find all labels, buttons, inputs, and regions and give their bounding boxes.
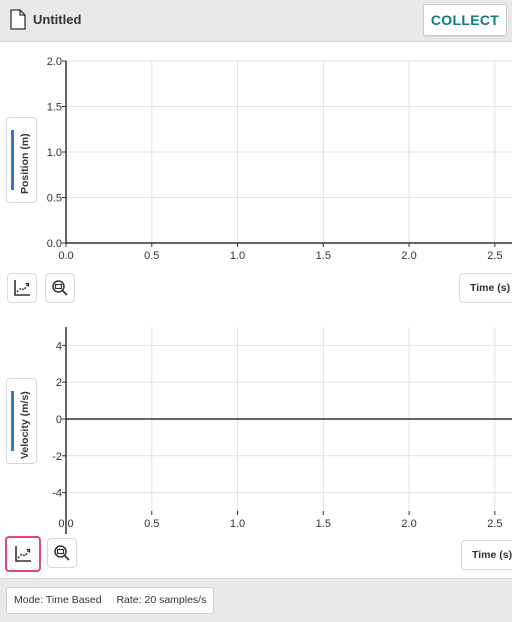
y-tick-label: -4 <box>52 488 62 500</box>
x-tick-label: 1.0 <box>230 518 245 530</box>
y-tick-label: 2 <box>56 377 62 389</box>
zoom-out-icon <box>54 545 70 561</box>
x-tick-label: 1.5 <box>316 518 331 530</box>
rate-label: Rate: 20 samples/s <box>116 594 207 606</box>
y-tick-label: -2 <box>52 451 62 463</box>
status-bar: Mode: Time Based Rate: 20 samples/s <box>0 578 512 622</box>
x-tick-label: 0.5 <box>144 518 159 530</box>
x-tick-label: 2.5 <box>487 518 502 530</box>
autoscale-icon <box>15 546 31 562</box>
status-info: Mode: Time Based Rate: 20 samples/s <box>6 587 215 614</box>
zoom-out-button[interactable] <box>47 538 77 568</box>
autoscale-button[interactable] <box>5 536 41 572</box>
velocity-chart[interactable]: 0.00.51.01.52.02.5420-2-4 <box>0 0 512 540</box>
velocity-time-axis-label[interactable]: Time (s) <box>461 540 512 570</box>
x-tick-label: 2.0 <box>401 518 416 530</box>
y-tick-label: 4 <box>56 340 62 352</box>
mode-label: Mode: Time Based <box>14 594 102 606</box>
y-tick-label: 0 <box>56 414 62 426</box>
